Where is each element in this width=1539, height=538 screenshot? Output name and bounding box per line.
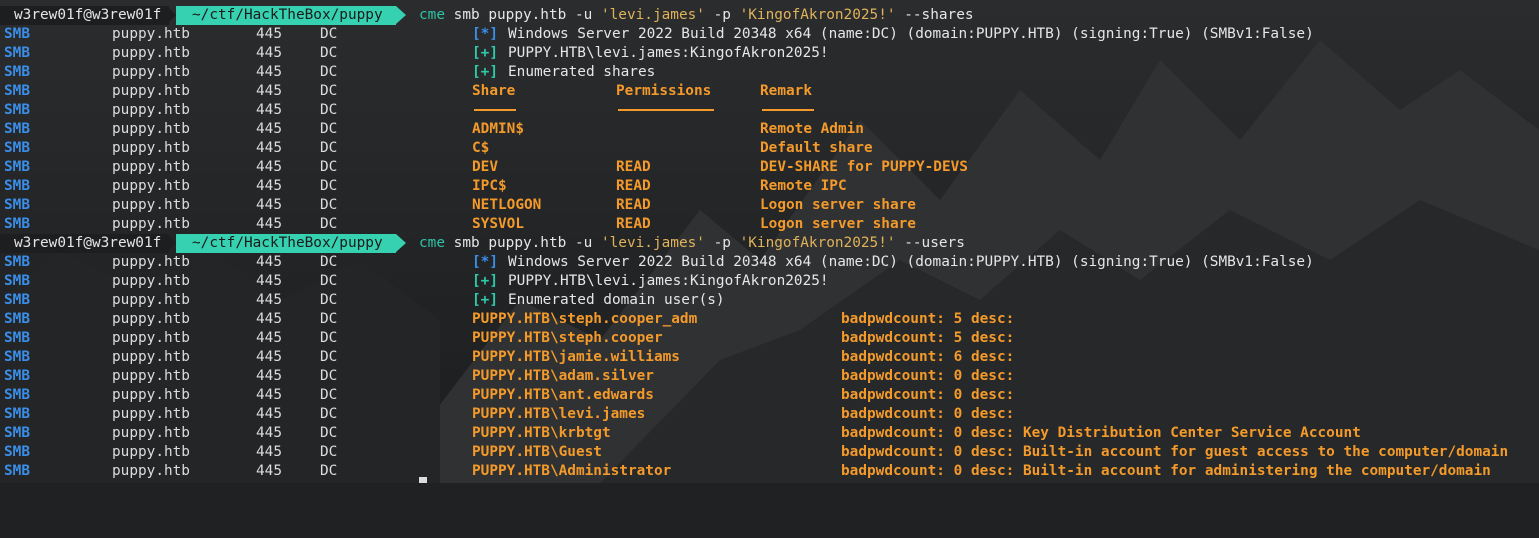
output-line: SMB puppy.htb 445 DC [*] Windows Server 2022…	[4, 26, 1314, 42]
output-line: SMB puppy.htb 445 DC [+] Enumerated shares	[4, 64, 656, 80]
remark-header: Remark	[760, 83, 812, 99]
powerline-separator-icon	[167, 234, 176, 252]
share-table-divider: SMB puppy.htb 445 DC	[0, 101, 1539, 120]
share-row: SMB puppy.htb 445 DC DEV READ DEV-SHARE for P…	[4, 159, 968, 175]
output-line: SMB puppy.htb 445 DC [*] Windows Server 2022…	[4, 254, 1314, 270]
divider	[762, 109, 814, 111]
permissions-header: Permissions	[616, 83, 712, 99]
share-row: SMB puppy.htb 445 DC IPC$ READ Remote IPC	[4, 178, 847, 194]
prompt-user: w3rew01f@w3rew01f	[0, 6, 170, 25]
command-line: cme smb puppy.htb -u 'levi.james' -p 'Ki…	[419, 235, 965, 251]
share-row: SMB puppy.htb 445 DC ADMIN$ Remote Admin	[4, 121, 864, 137]
user-row: SMB puppy.htb 445 DC PUPPY.HTB\krbtgt badpwd…	[4, 425, 1361, 441]
user-row: SMB puppy.htb 445 DC PUPPY.HTB\levi.james ba…	[4, 406, 1015, 422]
prompt-path: ~/ctf/HackTheBox/puppy	[176, 6, 396, 25]
share-row: SMB puppy.htb 445 DC NETLOGON READ Logon serv…	[4, 197, 916, 213]
prompt-line: w3rew01f@w3rew01f ~/ctf/HackTheBox/puppy…	[0, 6, 1539, 25]
user-row: SMB puppy.htb 445 DC PUPPY.HTB\ant.edwards b…	[4, 387, 1015, 403]
user-row: SMB puppy.htb 445 DC PUPPY.HTB\adam.silver b…	[4, 368, 1015, 384]
output-line: SMB puppy.htb 445 DC [+] Enumerated domain u…	[4, 292, 725, 308]
command-line: cme smb puppy.htb -u 'levi.james' -p 'Ki…	[419, 7, 974, 23]
powerline-arrow-icon	[396, 234, 406, 252]
prompt-line: w3rew01f@w3rew01f ~/ctf/HackTheBox/puppy…	[0, 234, 1539, 253]
prompt-user: w3rew01f@w3rew01f	[0, 234, 170, 253]
user-row: SMB puppy.htb 445 DC PUPPY.HTB\jamie.willia…	[4, 349, 1015, 365]
share-header: Share	[472, 83, 516, 99]
share-row: SMB puppy.htb 445 DC C$ Default share	[4, 140, 873, 156]
output-line: SMB puppy.htb 445 DC [+] PUPPY.HTB\levi.jame…	[4, 273, 829, 289]
user-row: SMB puppy.htb 445 DC PUPPY.HTB\steph.cooper…	[4, 311, 1015, 327]
share-row: SMB puppy.htb 445 DC SYSVOL READ Logon server…	[4, 216, 916, 232]
powerline-separator-icon	[167, 6, 176, 24]
terminal-cursor[interactable]	[419, 477, 427, 483]
user-row: SMB puppy.htb 445 DC PUPPY.HTB\Guest badpwdc…	[4, 444, 1509, 460]
prompt-path: ~/ctf/HackTheBox/puppy	[176, 234, 396, 253]
divider	[618, 109, 714, 111]
divider	[474, 109, 516, 111]
powerline-arrow-icon	[396, 6, 406, 24]
share-table-header: SMB puppy.htb 445 DC Share Permissions Rema…	[4, 83, 812, 99]
user-row: SMB puppy.htb 445 DC PUPPY.HTB\steph.cooper…	[4, 330, 1015, 346]
user-row: SMB puppy.htb 445 DC PUPPY.HTB\Administrato…	[4, 463, 1491, 479]
output-line: SMB puppy.htb 445 DC [+] PUPPY.HTB\levi.jame…	[4, 45, 829, 61]
